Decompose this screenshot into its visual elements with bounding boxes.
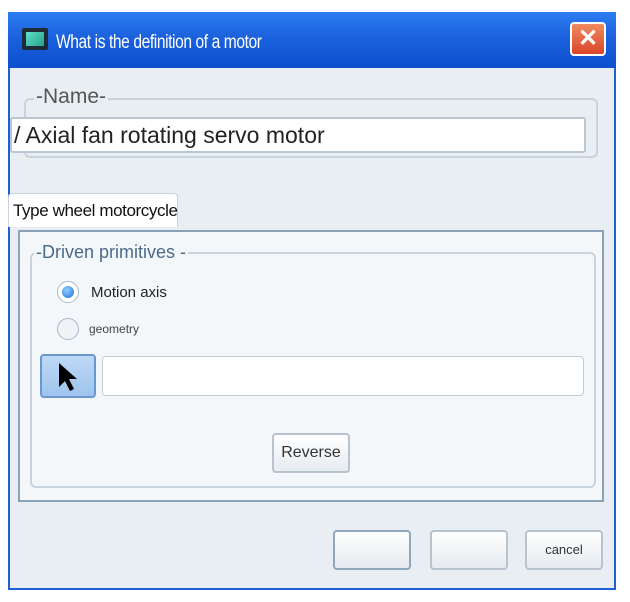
apply-button[interactable] xyxy=(430,530,508,570)
window-title: What is the definition of a motor xyxy=(56,32,262,53)
name-group-label: -Name- xyxy=(34,85,109,109)
tab-type-wheel-motorcycle[interactable]: Type wheel motorcycle xyxy=(8,193,178,227)
primitive-field[interactable] xyxy=(102,356,584,396)
title-bar[interactable]: What is the definition of a motor ✕ xyxy=(8,12,616,68)
name-input[interactable]: / Axial fan rotating servo motor xyxy=(10,117,586,153)
radio-geometry-row[interactable]: geometry xyxy=(57,318,139,340)
reverse-button[interactable]: Reverse xyxy=(272,433,350,473)
radio-geometry-label: geometry xyxy=(89,322,140,336)
select-primitive-button[interactable] xyxy=(40,354,96,398)
ok-button[interactable] xyxy=(333,530,411,570)
arrow-pointer-icon xyxy=(59,363,77,391)
radio-motion-axis[interactable] xyxy=(57,281,79,303)
radio-geometry[interactable] xyxy=(57,318,79,340)
close-button[interactable]: ✕ xyxy=(570,22,606,56)
radio-motion-axis-row[interactable]: Motion axis xyxy=(57,281,167,303)
app-icon xyxy=(22,28,48,50)
radio-motion-axis-label: Motion axis xyxy=(91,283,167,301)
close-icon: ✕ xyxy=(577,25,599,52)
driven-primitives-label: -Driven primitives - xyxy=(34,242,189,263)
cancel-button[interactable]: cancel xyxy=(525,530,603,570)
